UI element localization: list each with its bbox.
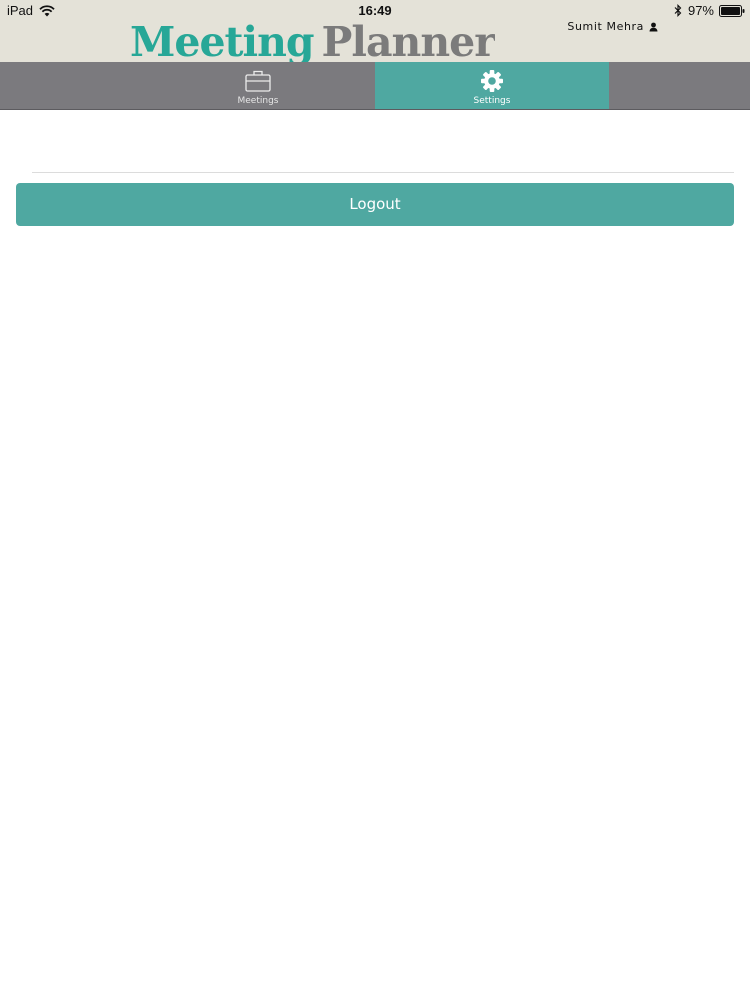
separator [32,172,734,173]
battery-percent: 97% [687,3,714,18]
app-header: iPad 16:49 97% Meeting Planner Sumit Meh… [0,0,750,62]
briefcase-icon [245,70,271,92]
logo-word-planner: Planner [321,18,495,62]
tab-bar: Meetings Settings [0,62,750,110]
battery-icon [719,4,745,17]
bluetooth-icon [674,4,682,17]
tab-meetings[interactable]: Meetings [141,62,375,110]
user-account[interactable]: Sumit Mehra [567,20,658,33]
tab-settings[interactable]: Settings [375,62,609,110]
user-icon [649,22,658,31]
screen: iPad 16:49 97% Meeting Planner Sumit Meh… [0,0,750,1000]
status-time: 16:49 [358,3,392,18]
status-right: 97% [674,3,745,18]
logout-button[interactable]: Logout [16,183,734,226]
user-name: Sumit Mehra [567,20,644,33]
app-logo: Meeting Planner [130,17,495,62]
tab-settings-label: Settings [473,96,511,106]
tab-bar-divider [0,109,750,110]
tab-meetings-label: Meetings [237,96,279,106]
logo-word-meeting: Meeting [130,18,315,62]
gear-icon [481,70,503,92]
